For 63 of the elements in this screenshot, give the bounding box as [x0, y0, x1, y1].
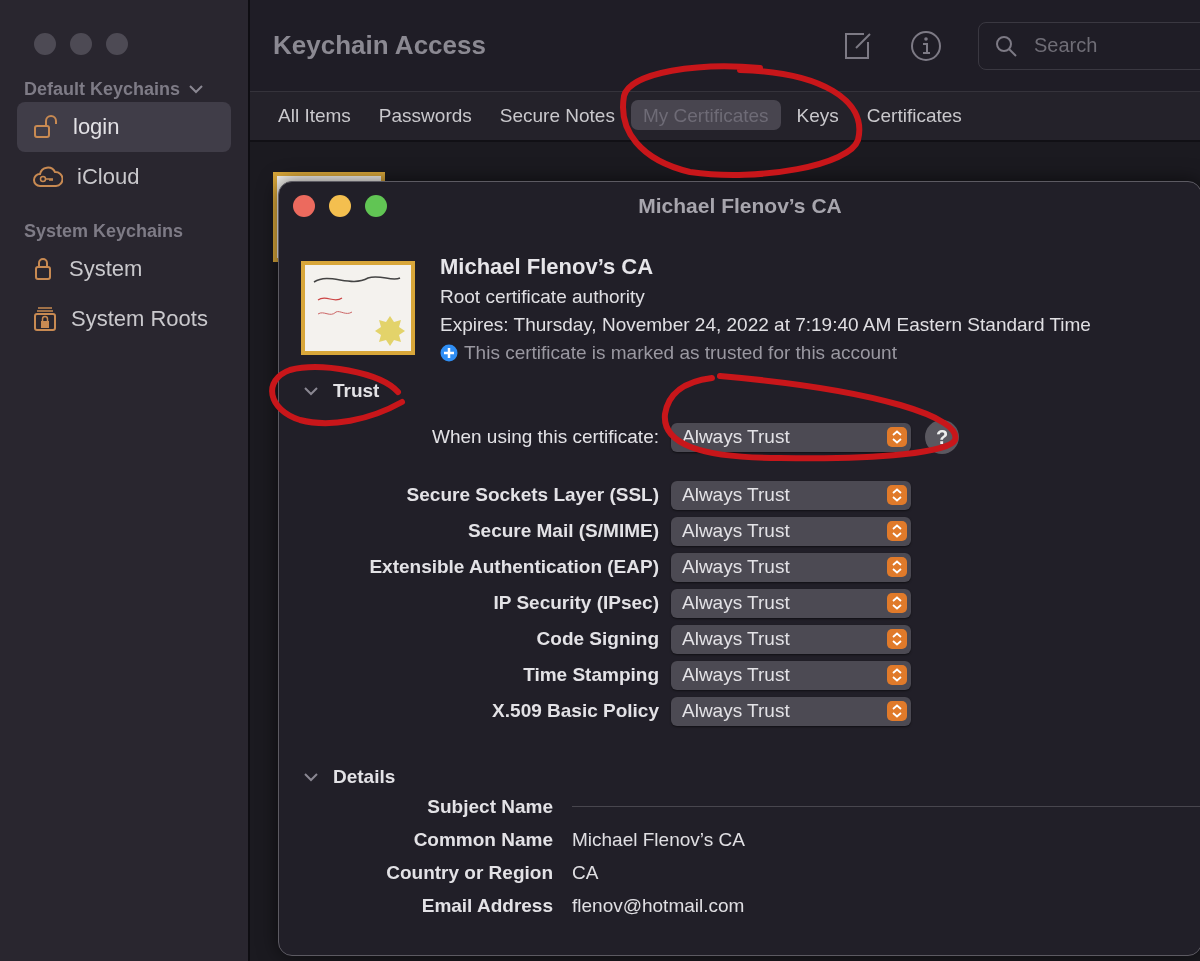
field-label: When using this certificate:: [430, 426, 659, 448]
updown-icon: [887, 427, 907, 447]
trust-popup[interactable]: Always Trust: [671, 516, 911, 546]
field-label: Secure Mail (S/MIME): [466, 520, 659, 542]
search-field[interactable]: Search: [978, 21, 1200, 70]
search-icon: [994, 33, 1018, 58]
plus-badge-icon: [440, 344, 458, 362]
updown-icon: [887, 557, 907, 577]
window-title: Michael Flenov’s CA: [637, 194, 843, 218]
updown-icon: [887, 521, 907, 541]
trust-popup[interactable]: Always Trust: [671, 660, 911, 690]
unlocked-lock-icon: [33, 115, 59, 139]
updown-icon: [887, 665, 907, 685]
section-title: Details: [333, 766, 396, 788]
certificate-type: Root certificate authority: [440, 286, 646, 308]
field-label: Time Stamping: [522, 664, 659, 686]
field-label: Extensible Authentication (EAP): [368, 556, 659, 578]
sidebar-item[interactable]: System Roots: [17, 294, 231, 344]
trust-popup[interactable]: Always Trust: [671, 422, 911, 452]
tab[interactable]: Certificates: [854, 100, 974, 130]
tab[interactable]: Secure Notes: [487, 100, 627, 130]
trust-popup[interactable]: Always Trust: [671, 480, 911, 510]
cloud-key-icon: [33, 166, 63, 188]
updown-icon: [887, 593, 907, 613]
tab[interactable]: All Items: [266, 100, 363, 130]
chevron-icon[interactable]: [303, 386, 319, 396]
minimize-button[interactable]: [329, 195, 351, 217]
close-button[interactable]: [293, 195, 315, 217]
info-icon[interactable]: [910, 29, 942, 62]
section-title: System Keychains: [24, 220, 184, 242]
sidebar-item[interactable]: login: [17, 102, 231, 152]
tab[interactable]: Keys: [784, 100, 851, 130]
updown-icon: [887, 629, 907, 649]
field-label: IP Security (IPsec): [492, 592, 659, 614]
field-label: Code Signing: [535, 628, 659, 650]
field-label: Secure Sockets Layer (SSL): [405, 484, 659, 506]
field-value: flenov@hotmail.com: [572, 894, 745, 917]
window-title: Keychain Access: [273, 30, 487, 61]
field-value: CA: [572, 861, 599, 884]
locked-cabinet-icon: [33, 306, 57, 332]
field-label: Country or Region: [385, 861, 553, 884]
field-label: Common Name: [412, 828, 553, 851]
sidebar-item[interactable]: System: [17, 244, 231, 294]
field-label: X.509 Basic Policy: [491, 700, 659, 722]
updown-icon: [887, 701, 907, 721]
section-title: Trust: [333, 380, 380, 402]
trust-popup[interactable]: Always Trust: [671, 588, 911, 618]
trust-status: This certificate is marked as trusted for this account: [464, 342, 897, 364]
tab[interactable]: Passwords: [366, 100, 484, 130]
field-label: Subject Name: [426, 795, 553, 818]
section-title: Default Keychains: [24, 78, 181, 100]
field-value: Michael Flenov’s CA: [572, 828, 745, 851]
trust-popup[interactable]: Always Trust: [671, 624, 911, 654]
chevron-icon[interactable]: [303, 772, 319, 782]
expiry-date: Expires: Thursday, November 24, 2022 at 7:19:40 AM Eastern Standard Time: [440, 314, 1091, 336]
trust-popup[interactable]: Always Trust: [671, 552, 911, 582]
updown-icon: [887, 485, 907, 505]
zoom-button[interactable]: [365, 195, 387, 217]
trust-popup[interactable]: Always Trust: [671, 696, 911, 726]
field-label: Email Address: [420, 894, 553, 917]
certificate-name: Michael Flenov’s CA: [440, 254, 655, 280]
sidebar-item[interactable]: iCloud: [17, 152, 231, 202]
chevron-icon[interactable]: [188, 84, 205, 94]
